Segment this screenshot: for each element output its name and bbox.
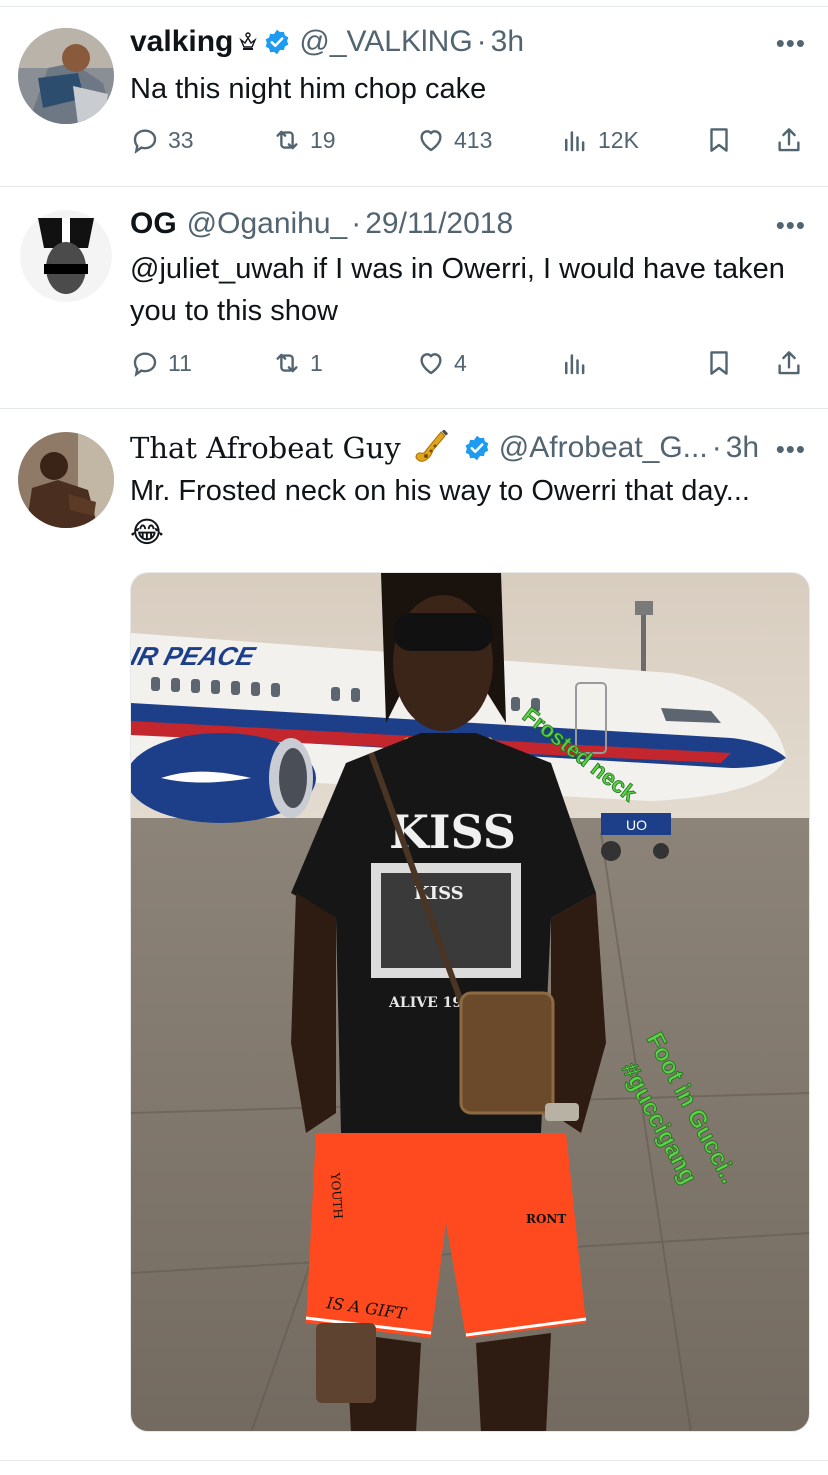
retweet-icon [276, 130, 298, 150]
tweet-text: Na this night him chop cake [130, 73, 487, 105]
share-icon [778, 128, 800, 152]
display-name[interactable]: That Afrobeat Guy [130, 430, 401, 466]
handle[interactable]: @Oganihu_ [187, 206, 348, 242]
tweet-1[interactable]: valking @_VALKlNG · 3h ••• Na this night… [0, 0, 828, 186]
tail-number: UO [626, 817, 647, 833]
avatar[interactable] [18, 432, 114, 528]
bookmark-button[interactable] [704, 348, 742, 378]
verified-badge-icon [465, 435, 489, 461]
avatar[interactable] [18, 208, 114, 304]
views-count: 12K [598, 126, 639, 153]
display-name[interactable]: OG [130, 206, 177, 242]
divider-bottom [0, 1460, 828, 1461]
reply-icon [133, 352, 157, 377]
retweet-count: 1 [310, 349, 323, 376]
airline-text: AIR PEACE [131, 641, 260, 670]
tweet-text: Mr. Frosted neck on his way to Owerri th… [130, 475, 750, 549]
timestamp[interactable]: 3h [491, 24, 524, 60]
retweet-count: 19 [310, 126, 336, 153]
shorts-brand: RONT [526, 1212, 566, 1226]
saxophone-emoji-icon [415, 430, 448, 462]
tweet-header: OG @Oganihu_ · 29/11/2018 [130, 206, 513, 242]
photo-airport-scene: AIR PEACE UO KISS KISS ALIVE 1975 IS A G… [131, 573, 809, 1431]
retweet-icon [276, 353, 298, 373]
more-icon[interactable]: ••• [776, 28, 806, 59]
verified-badge-icon [266, 29, 289, 55]
like-count: 413 [454, 126, 493, 153]
views-button[interactable] [560, 348, 598, 378]
tweet-2[interactable]: OG @Oganihu_ · 29/11/2018 ••• @juliet_uw… [0, 186, 828, 408]
tweet-header: valking @_VALKlNG · 3h [130, 24, 524, 60]
like-button[interactable]: 4 [416, 348, 467, 378]
handle[interactable]: @_VALKlNG [299, 24, 472, 60]
views-icon [565, 354, 585, 375]
bookmark-icon [710, 351, 728, 375]
tweet-actions: 11 1 4 [130, 348, 806, 382]
display-name[interactable]: valking [130, 24, 233, 60]
bookmark-button[interactable] [704, 125, 742, 155]
reply-count: 33 [168, 126, 194, 153]
heart-icon [420, 353, 442, 375]
handle[interactable]: @Afrobeat_G... [499, 430, 708, 466]
separator-dot: · [711, 431, 722, 464]
timestamp[interactable]: 29/11/2018 [365, 206, 513, 242]
reply-icon [133, 129, 157, 154]
share-button[interactable] [774, 125, 812, 155]
views-icon [565, 131, 585, 152]
reply-button[interactable]: 33 [130, 125, 194, 155]
like-count: 4 [454, 349, 467, 376]
views-button[interactable]: 12K [560, 125, 639, 155]
more-icon[interactable]: ••• [776, 210, 806, 241]
tweet-text: @juliet_uwah if I was in Owerri, I would… [130, 253, 785, 327]
avatar[interactable] [18, 28, 114, 124]
retweet-button[interactable]: 19 [272, 125, 336, 155]
tweet-actions: 33 19 413 12K [130, 125, 806, 159]
retweet-button[interactable]: 1 [272, 348, 323, 378]
timestamp[interactable]: 3h [726, 430, 759, 466]
separator-dot: · [351, 207, 362, 240]
reply-count: 11 [168, 349, 192, 376]
more-icon[interactable]: ••• [776, 434, 806, 465]
crown-icon [239, 32, 258, 50]
tweet-media-image[interactable]: AIR PEACE UO KISS KISS ALIVE 1975 IS A G… [130, 572, 810, 1432]
share-icon [778, 351, 800, 375]
like-button[interactable]: 413 [416, 125, 492, 155]
separator-dot: · [476, 25, 487, 58]
tweet-header: That Afrobeat Guy @Afrobeat_G... · 3h [130, 430, 759, 466]
heart-icon [420, 130, 442, 152]
reply-button[interactable]: 11 [130, 348, 192, 378]
bookmark-icon [710, 128, 728, 152]
share-button[interactable] [774, 348, 812, 378]
